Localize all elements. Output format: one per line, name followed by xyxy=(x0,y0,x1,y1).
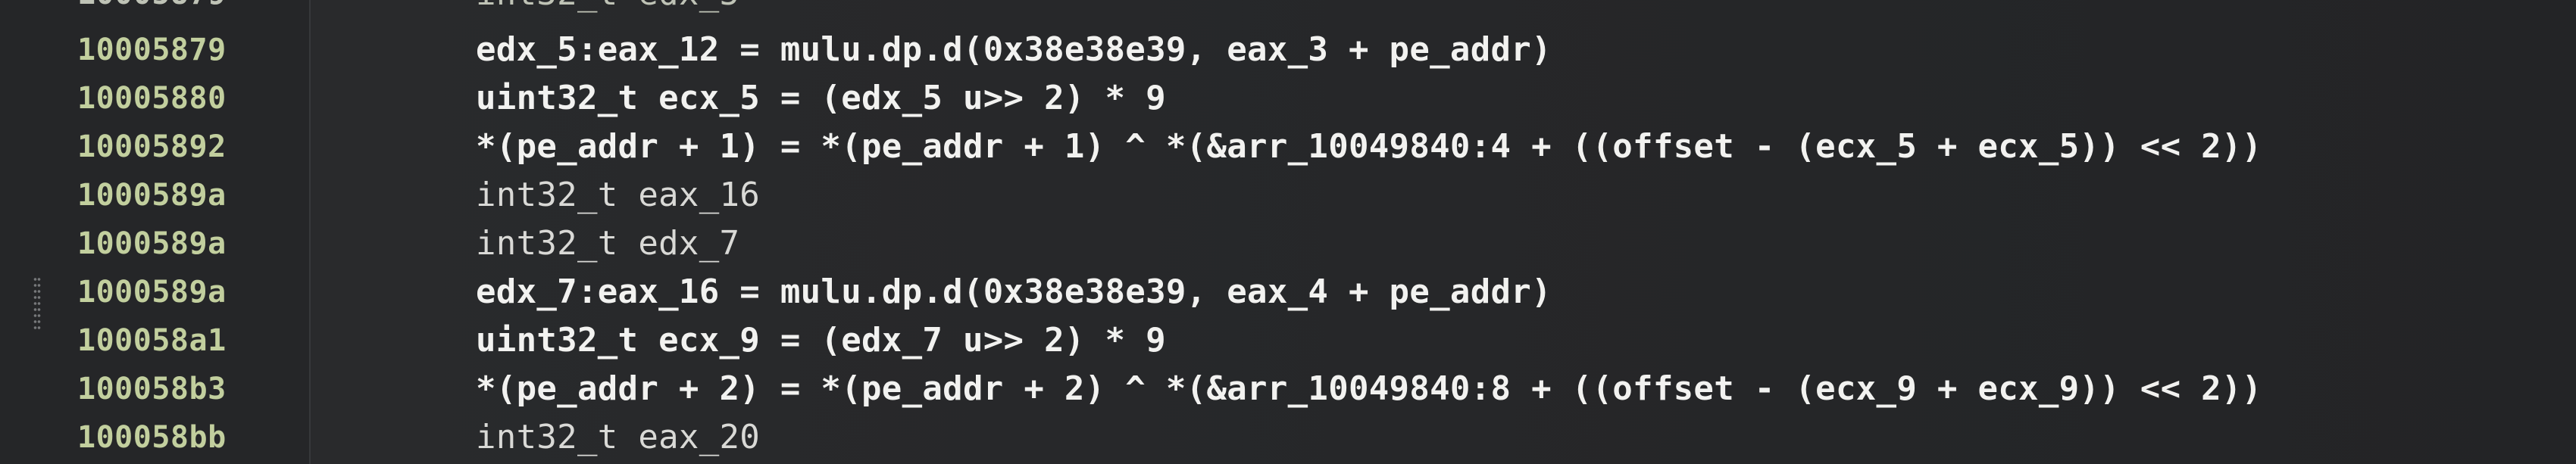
line-code: *(pe_addr + 1) = *(pe_addr + 1) ^ *(&arr… xyxy=(476,127,2262,166)
code-line[interactable]: 1000589a edx_7:eax_16 = mulu.dp.d(0x38e3… xyxy=(0,268,2576,316)
line-address: 10005892 xyxy=(77,129,227,164)
code-line[interactable]: 1000589a int32_t edx_7 xyxy=(0,220,2576,268)
line-address: 10005879 xyxy=(77,33,227,67)
code-line[interactable]: 100058bb int32_t eax_20 xyxy=(0,413,2576,462)
line-code: int32_t edx_5 xyxy=(476,0,739,18)
line-address: 10005879 xyxy=(77,0,305,18)
line-address: 1000589a xyxy=(77,226,227,261)
line-address: 1000589a xyxy=(77,275,227,310)
line-address: 100058a1 xyxy=(77,323,227,358)
code-line[interactable]: 10005879 edx_5:eax_12 = mulu.dp.d(0x38e3… xyxy=(0,26,2576,74)
code-line[interactable]: 10005879 int32_t edx_5 xyxy=(0,0,2576,18)
line-code: int32_t eax_16 xyxy=(476,176,761,214)
line-address: 1000589a xyxy=(77,178,227,213)
code-line[interactable]: 10005892 *(pe_addr + 1) = *(pe_addr + 1)… xyxy=(0,123,2576,171)
code-line[interactable]: 10005880 uint32_t ecx_5 = (edx_5 u>> 2) … xyxy=(0,74,2576,123)
code-line[interactable]: 100058b3 *(pe_addr + 2) = *(pe_addr + 2)… xyxy=(0,365,2576,413)
line-code: uint32_t ecx_5 = (edx_5 u>> 2) * 9 xyxy=(476,79,1166,117)
disassembly-view[interactable]: 10005879 int32_t edx_5 10005879 edx_5:ea… xyxy=(0,0,2576,464)
line-code: uint32_t ecx_9 = (edx_7 u>> 2) * 9 xyxy=(476,321,1166,360)
line-code: *(pe_addr + 2) = *(pe_addr + 2) ^ *(&arr… xyxy=(476,369,2262,408)
line-address: 100058bb xyxy=(77,420,227,455)
line-code: edx_5:eax_12 = mulu.dp.d(0x38e38e39, eax… xyxy=(476,30,1552,69)
line-address: 100058b3 xyxy=(77,372,227,406)
line-code: edx_7:eax_16 = mulu.dp.d(0x38e38e39, eax… xyxy=(476,272,1552,311)
line-code: int32_t eax_20 xyxy=(476,418,761,456)
line-code: int32_t edx_7 xyxy=(476,224,740,263)
code-line[interactable]: 1000589a int32_t eax_16 xyxy=(0,171,2576,220)
code-line[interactable]: 100058a1 uint32_t ecx_9 = (edx_7 u>> 2) … xyxy=(0,316,2576,365)
line-address: 10005880 xyxy=(77,81,227,116)
